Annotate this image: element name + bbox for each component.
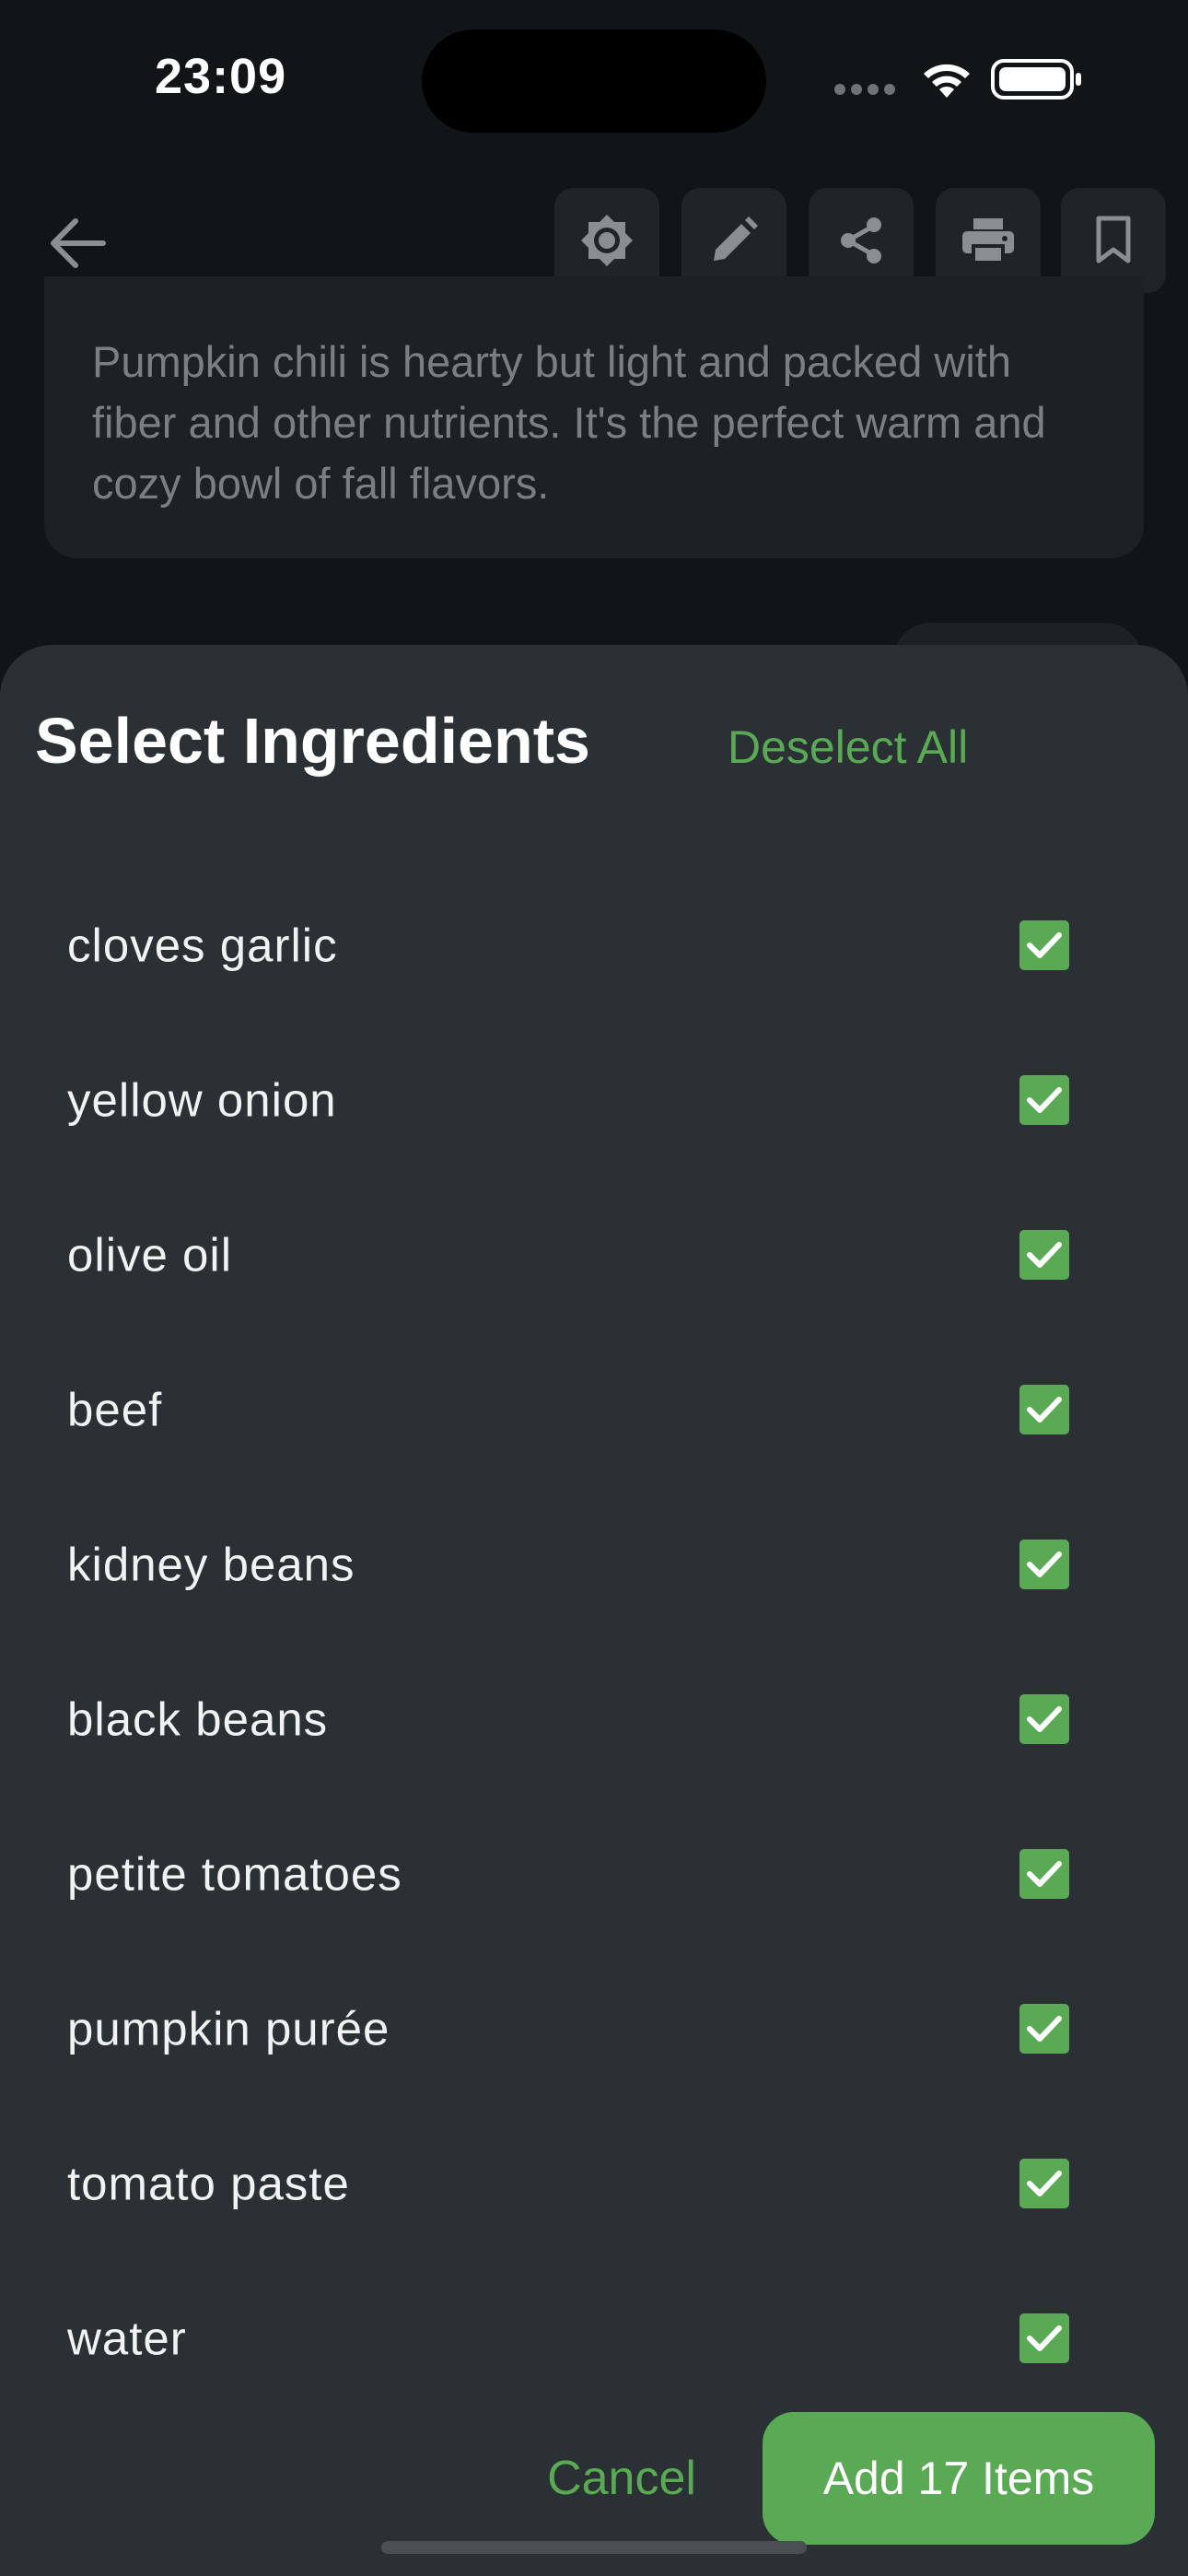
brightness-icon (581, 215, 633, 266)
ingredient-label: petite tomatoes (67, 1847, 402, 1901)
ingredient-row[interactable]: beef (0, 1332, 1188, 1487)
printer-icon (962, 218, 1014, 264)
select-ingredients-sheet: Select Ingredients Deselect All cloves g… (0, 645, 1188, 2576)
home-indicator (381, 2541, 807, 2554)
ingredient-row[interactable]: olive oil (0, 1177, 1188, 1332)
ingredient-label: olive oil (67, 1228, 233, 1282)
ingredient-checkbox[interactable] (1019, 1385, 1069, 1434)
ingredient-row[interactable]: tomato paste (0, 2106, 1188, 2261)
wifi-icon (924, 64, 970, 98)
bookmark-icon (1096, 216, 1131, 263)
check-icon (1027, 1242, 1062, 1268)
ingredient-label: pumpkin purée (67, 2002, 390, 2055)
add-items-button[interactable]: Add 17 Items (763, 2412, 1155, 2545)
ingredient-row[interactable]: black beans (0, 1642, 1188, 1797)
battery-icon (991, 59, 1081, 100)
check-icon (1027, 1551, 1062, 1577)
ingredient-row[interactable]: kidney beans (0, 1487, 1188, 1642)
ingredient-label: beef (67, 1383, 163, 1436)
status-time: 23:09 (155, 49, 287, 104)
ingredient-label: black beans (67, 1692, 329, 1746)
check-icon (1027, 1087, 1062, 1113)
cellular-signal-icon (834, 83, 901, 100)
pencil-icon (714, 217, 758, 261)
ingredient-label: water (67, 2312, 187, 2365)
recipe-description: Pumpkin chili is hearty but light and pa… (92, 337, 1046, 508)
check-icon (1027, 2016, 1062, 2042)
cancel-button[interactable]: Cancel (516, 2423, 728, 2534)
status-icons (834, 57, 1085, 103)
deselect-all-button[interactable]: Deselect All (728, 720, 968, 774)
ingredient-label: tomato paste (67, 2157, 350, 2210)
ingredient-checkbox[interactable] (1019, 2159, 1069, 2208)
share-icon (841, 217, 881, 263)
ingredient-row[interactable]: cloves garlic (0, 868, 1188, 1023)
check-icon (1027, 2325, 1062, 2351)
ingredient-label: yellow onion (67, 1073, 337, 1127)
status-bar: 23:09 (0, 0, 1188, 166)
ingredient-checkbox[interactable] (1019, 920, 1069, 970)
ingredient-checkbox[interactable] (1019, 2313, 1069, 2363)
ingredient-checkbox[interactable] (1019, 1230, 1069, 1280)
sheet-title: Select Ingredients (35, 705, 590, 777)
ingredient-row[interactable]: pumpkin purée (0, 1951, 1188, 2106)
dynamic-island (422, 29, 766, 133)
check-icon (1027, 1706, 1062, 1732)
ingredient-label: cloves garlic (67, 919, 338, 972)
check-icon (1027, 932, 1062, 958)
ingredient-label: kidney beans (67, 1538, 355, 1591)
check-icon (1027, 2171, 1062, 2196)
ingredient-checkbox[interactable] (1019, 2004, 1069, 2054)
ingredient-checkbox[interactable] (1019, 1075, 1069, 1125)
check-icon (1027, 1397, 1062, 1423)
ingredient-row[interactable]: water (0, 2261, 1188, 2416)
arrow-left-icon (51, 218, 106, 268)
ingredient-row[interactable]: yellow onion (0, 1023, 1188, 1177)
check-icon (1027, 1861, 1062, 1887)
back-button[interactable] (39, 205, 116, 282)
ingredient-checkbox[interactable] (1019, 1694, 1069, 1744)
recipe-description-card: Pumpkin chili is hearty but light and pa… (44, 276, 1144, 558)
ingredient-checkbox[interactable] (1019, 1540, 1069, 1589)
ingredient-checkbox[interactable] (1019, 1849, 1069, 1899)
ingredient-row[interactable]: petite tomatoes (0, 1797, 1188, 1951)
